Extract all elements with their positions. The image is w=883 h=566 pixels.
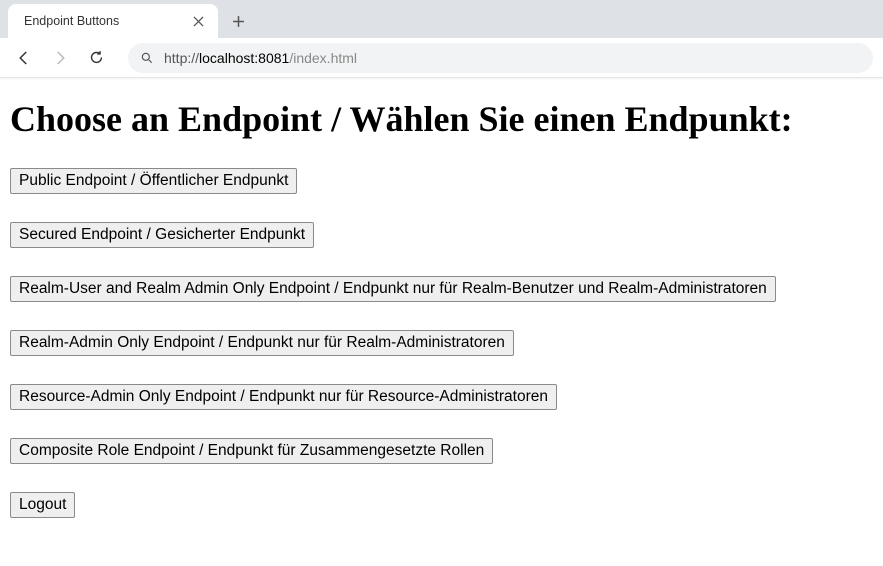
composite-role-endpoint-button[interactable]: Composite Role Endpoint / Endpunkt für Z…: [10, 438, 493, 464]
forward-button[interactable]: [46, 44, 74, 72]
url-prefix: http://: [164, 50, 199, 66]
secured-endpoint-button[interactable]: Secured Endpoint / Gesicherter Endpunkt: [10, 222, 314, 248]
back-button[interactable]: [10, 44, 38, 72]
page-content: Choose an Endpoint / Wählen Sie einen En…: [0, 80, 883, 536]
reload-button[interactable]: [82, 44, 110, 72]
search-icon: [140, 51, 154, 65]
browser-toolbar: http://localhost:8081/index.html: [0, 38, 883, 78]
url-host: localhost:8081: [199, 50, 289, 66]
public-endpoint-button[interactable]: Public Endpoint / Öffentlicher Endpunkt: [10, 168, 297, 194]
new-tab-button[interactable]: [224, 7, 252, 35]
url-text: http://localhost:8081/index.html: [164, 50, 357, 66]
realm-user-admin-endpoint-button[interactable]: Realm-User and Realm Admin Only Endpoint…: [10, 276, 776, 302]
page-heading: Choose an Endpoint / Wählen Sie einen En…: [10, 98, 873, 140]
browser-tab-bar: Endpoint Buttons: [0, 0, 883, 38]
tab-title: Endpoint Buttons: [20, 14, 190, 28]
close-tab-icon[interactable]: [190, 13, 206, 29]
logout-button[interactable]: Logout: [10, 492, 75, 518]
realm-admin-endpoint-button[interactable]: Realm-Admin Only Endpoint / Endpunkt nur…: [10, 330, 514, 356]
resource-admin-endpoint-button[interactable]: Resource-Admin Only Endpoint / Endpunkt …: [10, 384, 557, 410]
url-path: /index.html: [289, 50, 357, 66]
address-bar[interactable]: http://localhost:8081/index.html: [128, 43, 873, 73]
browser-tab[interactable]: Endpoint Buttons: [8, 4, 218, 38]
